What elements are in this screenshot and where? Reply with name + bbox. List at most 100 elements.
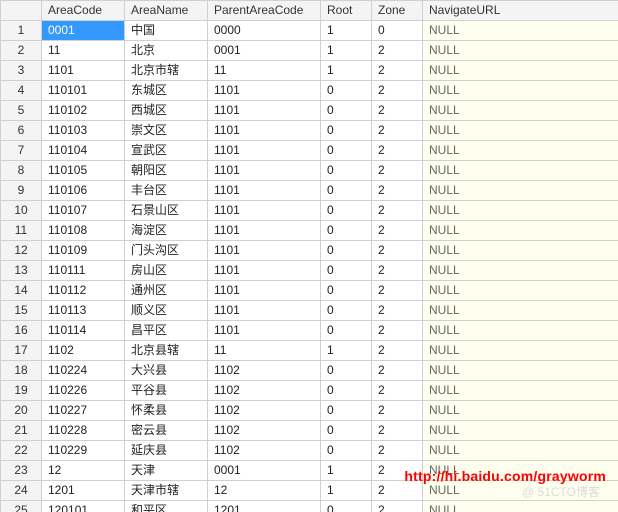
- table-row[interactable]: 25120101和平区120102NULL: [1, 501, 618, 512]
- cell-areacode[interactable]: 110226: [42, 381, 125, 401]
- cell-areaname[interactable]: 中国: [125, 21, 208, 41]
- row-number[interactable]: 15: [1, 301, 42, 321]
- cell-root[interactable]: 1: [321, 41, 372, 61]
- cell-root[interactable]: 1: [321, 61, 372, 81]
- cell-areaname[interactable]: 宣武区: [125, 141, 208, 161]
- cell-areaname[interactable]: 房山区: [125, 261, 208, 281]
- cell-areacode[interactable]: 120101: [42, 501, 125, 512]
- row-number[interactable]: 1: [1, 21, 42, 41]
- row-number[interactable]: 2: [1, 41, 42, 61]
- cell-root[interactable]: 0: [321, 501, 372, 512]
- row-number[interactable]: 14: [1, 281, 42, 301]
- cell-parentareacode[interactable]: 1101: [208, 121, 321, 141]
- cell-parentareacode[interactable]: 1102: [208, 441, 321, 461]
- cell-root[interactable]: 0: [321, 301, 372, 321]
- cell-navigateurl[interactable]: NULL: [423, 321, 618, 341]
- row-number[interactable]: 11: [1, 221, 42, 241]
- cell-root[interactable]: 0: [321, 261, 372, 281]
- cell-zone[interactable]: 2: [372, 121, 423, 141]
- cell-areacode[interactable]: 110106: [42, 181, 125, 201]
- cell-areacode[interactable]: 110224: [42, 361, 125, 381]
- cell-areacode[interactable]: 1102: [42, 341, 125, 361]
- cell-zone[interactable]: 2: [372, 241, 423, 261]
- cell-root[interactable]: 1: [321, 461, 372, 481]
- table-row[interactable]: 2312天津000112NULL: [1, 461, 618, 481]
- header-areacode[interactable]: AreaCode: [42, 1, 125, 21]
- cell-parentareacode[interactable]: 1101: [208, 161, 321, 181]
- row-number[interactable]: 23: [1, 461, 42, 481]
- cell-parentareacode[interactable]: 0000: [208, 21, 321, 41]
- cell-root[interactable]: 1: [321, 341, 372, 361]
- cell-zone[interactable]: 2: [372, 441, 423, 461]
- table-row[interactable]: 20110227怀柔县110202NULL: [1, 401, 618, 421]
- table-row[interactable]: 14110112通州区110102NULL: [1, 281, 618, 301]
- table-row[interactable]: 241201天津市辖1212NULL: [1, 481, 618, 501]
- cell-parentareacode[interactable]: 1101: [208, 201, 321, 221]
- cell-areaname[interactable]: 怀柔县: [125, 401, 208, 421]
- cell-navigateurl[interactable]: NULL: [423, 381, 618, 401]
- cell-parentareacode[interactable]: 11: [208, 61, 321, 81]
- table-row[interactable]: 16110114昌平区110102NULL: [1, 321, 618, 341]
- cell-parentareacode[interactable]: 1101: [208, 181, 321, 201]
- cell-root[interactable]: 0: [321, 121, 372, 141]
- row-number[interactable]: 18: [1, 361, 42, 381]
- cell-areaname[interactable]: 大兴县: [125, 361, 208, 381]
- cell-areacode[interactable]: 110112: [42, 281, 125, 301]
- table-row[interactable]: 171102北京县辖1112NULL: [1, 341, 618, 361]
- cell-navigateurl[interactable]: NULL: [423, 201, 618, 221]
- cell-navigateurl[interactable]: NULL: [423, 121, 618, 141]
- header-areaname[interactable]: AreaName: [125, 1, 208, 21]
- row-number[interactable]: 9: [1, 181, 42, 201]
- cell-zone[interactable]: 2: [372, 101, 423, 121]
- cell-zone[interactable]: 2: [372, 481, 423, 501]
- cell-areacode[interactable]: 110109: [42, 241, 125, 261]
- row-number[interactable]: 22: [1, 441, 42, 461]
- cell-navigateurl[interactable]: NULL: [423, 161, 618, 181]
- table-row[interactable]: 13110111房山区110102NULL: [1, 261, 618, 281]
- cell-root[interactable]: 0: [321, 401, 372, 421]
- cell-areaname[interactable]: 天津: [125, 461, 208, 481]
- table-row[interactable]: 11110108海淀区110102NULL: [1, 221, 618, 241]
- cell-areaname[interactable]: 石景山区: [125, 201, 208, 221]
- cell-navigateurl[interactable]: NULL: [423, 101, 618, 121]
- cell-root[interactable]: 0: [321, 161, 372, 181]
- cell-areacode[interactable]: 110114: [42, 321, 125, 341]
- cell-parentareacode[interactable]: 1101: [208, 301, 321, 321]
- cell-navigateurl[interactable]: NULL: [423, 301, 618, 321]
- cell-root[interactable]: 0: [321, 441, 372, 461]
- table-row[interactable]: 211北京000112NULL: [1, 41, 618, 61]
- cell-root[interactable]: 1: [321, 21, 372, 41]
- cell-areaname[interactable]: 崇文区: [125, 121, 208, 141]
- cell-parentareacode[interactable]: 0001: [208, 41, 321, 61]
- cell-parentareacode[interactable]: 1101: [208, 221, 321, 241]
- table-row[interactable]: 15110113顺义区110102NULL: [1, 301, 618, 321]
- cell-zone[interactable]: 2: [372, 401, 423, 421]
- cell-areacode[interactable]: 1201: [42, 481, 125, 501]
- row-number[interactable]: 16: [1, 321, 42, 341]
- cell-parentareacode[interactable]: 11: [208, 341, 321, 361]
- cell-zone[interactable]: 2: [372, 281, 423, 301]
- cell-root[interactable]: 0: [321, 141, 372, 161]
- cell-areaname[interactable]: 朝阳区: [125, 161, 208, 181]
- cell-navigateurl[interactable]: NULL: [423, 481, 618, 501]
- cell-navigateurl[interactable]: NULL: [423, 221, 618, 241]
- table-row[interactable]: 22110229延庆县110202NULL: [1, 441, 618, 461]
- cell-zone[interactable]: 2: [372, 201, 423, 221]
- cell-zone[interactable]: 2: [372, 141, 423, 161]
- row-number[interactable]: 7: [1, 141, 42, 161]
- cell-navigateurl[interactable]: NULL: [423, 21, 618, 41]
- cell-zone[interactable]: 2: [372, 221, 423, 241]
- row-number[interactable]: 8: [1, 161, 42, 181]
- row-number[interactable]: 10: [1, 201, 42, 221]
- row-number[interactable]: 24: [1, 481, 42, 501]
- cell-areaname[interactable]: 昌平区: [125, 321, 208, 341]
- cell-areaname[interactable]: 平谷县: [125, 381, 208, 401]
- cell-root[interactable]: 0: [321, 421, 372, 441]
- cell-navigateurl[interactable]: NULL: [423, 421, 618, 441]
- row-number[interactable]: 3: [1, 61, 42, 81]
- cell-root[interactable]: 0: [321, 221, 372, 241]
- cell-areaname[interactable]: 北京: [125, 41, 208, 61]
- table-row[interactable]: 8110105朝阳区110102NULL: [1, 161, 618, 181]
- cell-zone[interactable]: 2: [372, 361, 423, 381]
- cell-areacode[interactable]: 0001: [42, 21, 125, 41]
